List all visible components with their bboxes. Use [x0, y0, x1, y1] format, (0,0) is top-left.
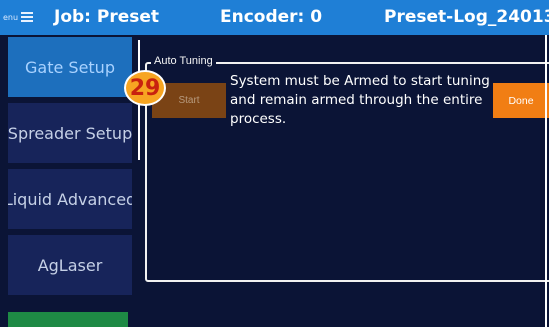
sidebar-item-label: Gate Setup — [25, 57, 115, 77]
sidebar-item-gate-setup[interactable]: Gate Setup — [8, 37, 132, 97]
sidebar: Gate Setup Spreader Setup Liquid Advance… — [0, 35, 140, 327]
menu-button[interactable]: enu — [0, 4, 50, 30]
log-name: Preset-Log_240130 — [384, 7, 549, 27]
sidebar-item-label: Spreader Setup — [8, 123, 132, 143]
sidebar-item-aglaser[interactable]: AgLaser — [8, 235, 132, 295]
sidebar-item-partial[interactable] — [8, 312, 128, 327]
sidebar-item-spreader-setup[interactable]: Spreader Setup — [8, 103, 132, 163]
encoder-readout: Encoder: 0 — [220, 7, 323, 27]
sidebar-item-liquid-advanced[interactable]: Liquid Advanced — [8, 169, 132, 229]
hamburger-icon — [21, 12, 34, 22]
message-line: and remain armed through the entire — [230, 92, 483, 108]
step-badge: 29 — [124, 70, 166, 106]
top-bar: enu Job: Preset Encoder: 0 Preset-Log_24… — [0, 0, 549, 35]
auto-tuning-title: Auto Tuning — [151, 55, 216, 67]
done-button[interactable]: Done — [493, 83, 549, 118]
sidebar-item-label: Liquid Advanced — [8, 189, 132, 209]
right-border — [545, 35, 547, 327]
sidebar-item-label: AgLaser — [37, 255, 103, 275]
message-line: System must be Armed to start tuning — [230, 73, 490, 89]
menu-label: enu — [3, 12, 19, 22]
job-title: Job: Preset — [54, 7, 160, 27]
message-line: process. — [230, 111, 287, 127]
tuning-message: System must be Armed to start tuning and… — [230, 72, 490, 129]
